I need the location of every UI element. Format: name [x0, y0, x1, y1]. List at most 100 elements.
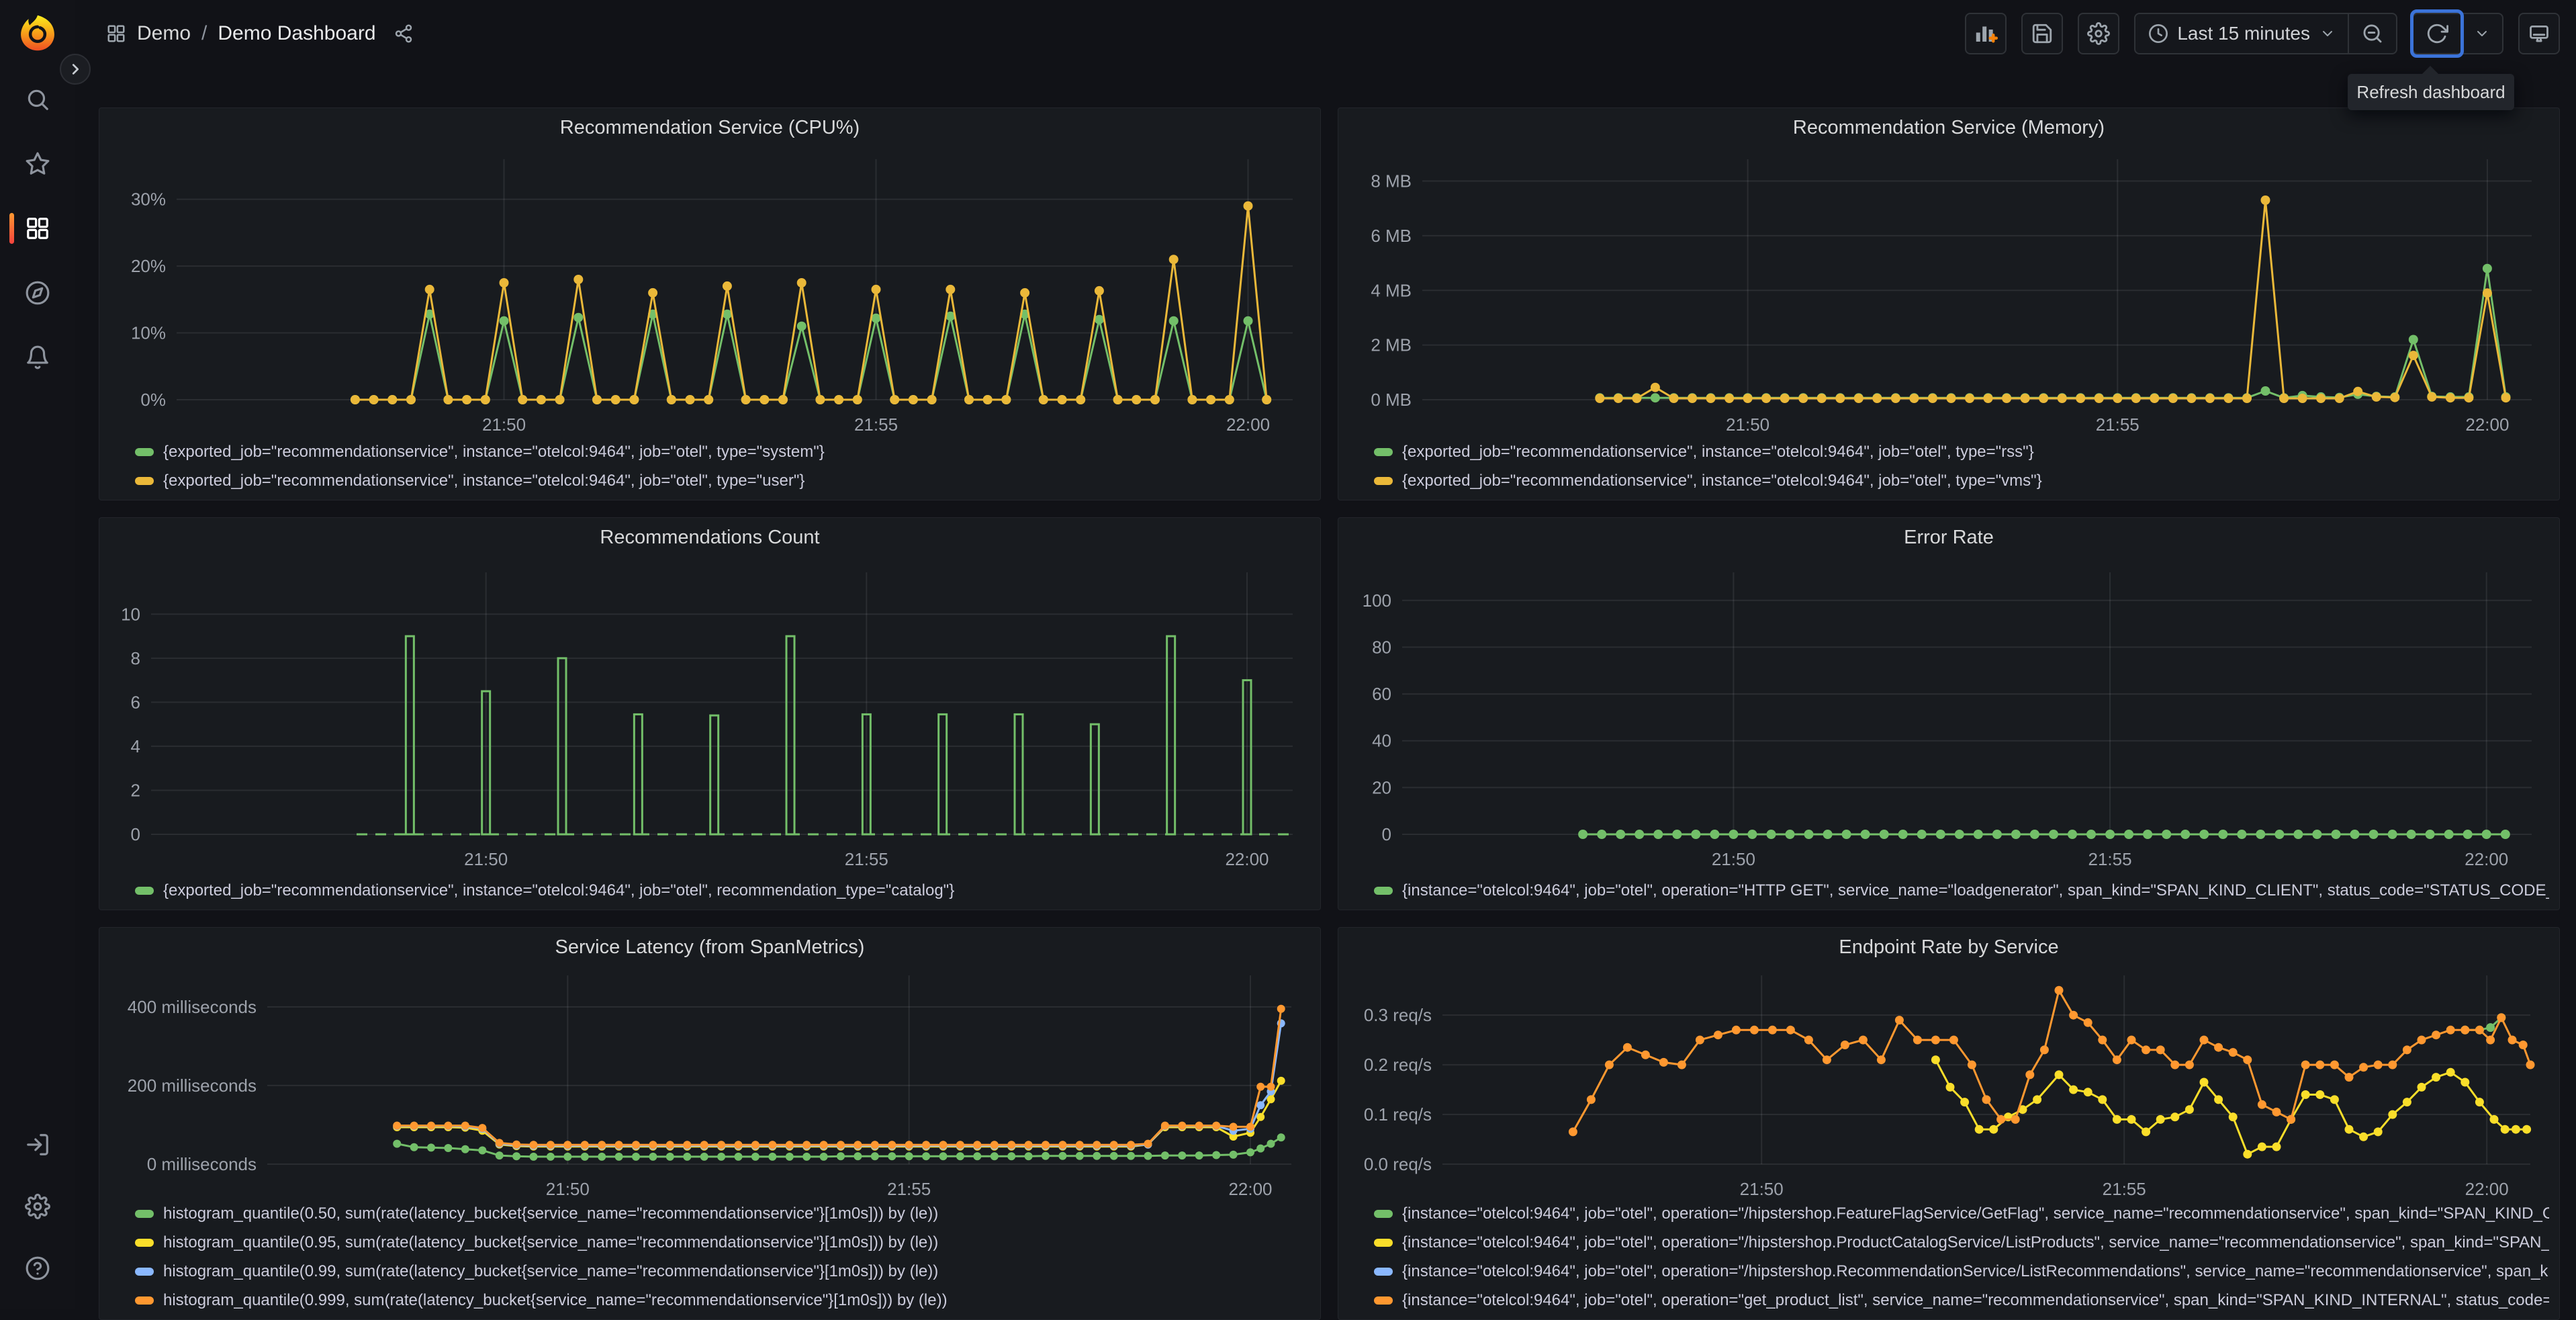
svg-text:0.2 req/s: 0.2 req/s — [1364, 1055, 1432, 1075]
svg-text:21:55: 21:55 — [845, 849, 888, 869]
legend-item[interactable]: {instance="otelcol:9464", job="otel", op… — [1348, 1228, 2549, 1257]
panel-title[interactable]: Recommendations Count — [109, 523, 1310, 549]
panel-recommendation-cpu: Recommendation Service (CPU%) 21:50 21:55… — [99, 107, 1321, 500]
breadcrumb-folder[interactable]: Demo — [137, 22, 191, 45]
zoom-out-button[interactable] — [2349, 14, 2396, 53]
svg-text:400 milliseconds: 400 milliseconds — [128, 997, 257, 1017]
legend-label: histogram_quantile(0.95, sum(rate(latenc… — [163, 1233, 939, 1251]
recommendations-count-chart[interactable]: 21:50 21:55 22:00 0 2 4 6 8 10 — [109, 549, 1310, 876]
tooltip-text: Refresh dashboard — [2356, 81, 2505, 102]
legend-item[interactable]: {instance="otelcol:9464", job="otel", op… — [1348, 876, 2549, 905]
legend-item[interactable]: {exported_job="recommendationservice", i… — [109, 466, 1310, 495]
save-icon — [2033, 24, 2052, 44]
svg-text:4 MB: 4 MB — [1371, 280, 1412, 300]
save-dashboard-button[interactable] — [2021, 13, 2064, 54]
sidebar-item-starred[interactable] — [0, 150, 75, 177]
svg-text:0.0 req/s: 0.0 req/s — [1364, 1154, 1432, 1174]
svg-text:8 MB: 8 MB — [1371, 171, 1412, 191]
svg-text:80: 80 — [1372, 637, 1391, 657]
svg-text:0 milliseconds: 0 milliseconds — [147, 1154, 257, 1174]
svg-text:21:50: 21:50 — [1740, 1179, 1784, 1199]
sidebar-item-alerting[interactable] — [0, 344, 75, 371]
panel-error-rate: Error Rate 21:50 21:55 22:00 0 20 40 60 80 100 {… — [1338, 517, 2560, 910]
legend-item[interactable]: {instance="otelcol:9464", job="otel", op… — [1348, 1286, 2549, 1315]
kiosk-mode-button[interactable] — [2518, 13, 2560, 54]
sidebar-item-help[interactable] — [0, 1255, 75, 1282]
svg-text:21:55: 21:55 — [2103, 1179, 2146, 1199]
panel-title[interactable]: Recommendation Service (CPU%) — [109, 113, 1310, 142]
share-button[interactable] — [394, 24, 414, 44]
svg-text:8: 8 — [131, 648, 140, 668]
apps-icon — [107, 25, 125, 42]
bell-icon — [27, 345, 48, 369]
svg-text:20%: 20% — [131, 256, 166, 276]
sidebar-item-settings[interactable] — [0, 1193, 75, 1220]
panel-title[interactable]: Service Latency (from SpanMetrics) — [109, 932, 1310, 959]
search-icon — [28, 89, 48, 110]
compass-icon — [26, 281, 50, 305]
legend-swatch — [1374, 1238, 1393, 1247]
svg-text:20: 20 — [1372, 777, 1391, 797]
time-range-label: Last 15 minutes — [2177, 23, 2310, 44]
legend-label: {instance="otelcol:9464", job="otel", op… — [1402, 1290, 2549, 1309]
add-panel-button[interactable] — [1965, 13, 2007, 54]
panel-title[interactable]: Error Rate — [1348, 523, 2549, 549]
panel-service-latency: Service Latency (from SpanMetrics) 21:50… — [99, 927, 1321, 1320]
legend-item[interactable]: histogram_quantile(0.999, sum(rate(laten… — [109, 1286, 1310, 1315]
svg-text:10: 10 — [121, 604, 140, 624]
svg-text:21:50: 21:50 — [546, 1179, 590, 1199]
panel-title[interactable]: Recommendation Service (Memory) — [1348, 113, 2549, 142]
topbar-actions: Last 15 minutes — [1965, 9, 2560, 58]
legend-label: {instance="otelcol:9464", job="otel", op… — [1402, 1204, 2549, 1223]
legend-swatch — [135, 1267, 154, 1276]
refresh-dashboard-button[interactable] — [2410, 9, 2464, 58]
grafana-logo[interactable] — [17, 12, 58, 54]
clock-icon — [2149, 24, 2168, 43]
svg-text:40: 40 — [1372, 731, 1391, 751]
panel-title[interactable]: Endpoint Rate by Service — [1348, 932, 2549, 959]
memory-chart[interactable]: 21:50 21:55 22:00 0 MB 2 MB 4 MB 6 MB 8 MB — [1348, 142, 2549, 437]
svg-text:0%: 0% — [140, 390, 166, 410]
endpoint-rate-chart[interactable]: 21:50 21:55 22:00 0.0 req/s 0.1 req/s 0.2 req… — [1348, 959, 2549, 1199]
panel-endpoint-rate: Endpoint Rate by Service 21:50 21:55 22:00… — [1338, 927, 2560, 1320]
legend-label: {exported_job="recommendationservice", i… — [163, 442, 825, 461]
svg-text:2 MB: 2 MB — [1371, 335, 1412, 355]
error-rate-chart[interactable]: 21:50 21:55 22:00 0 20 40 60 80 100 — [1348, 549, 2549, 876]
legend-swatch — [135, 447, 154, 456]
sidebar-item-sign-in[interactable] — [0, 1131, 75, 1158]
sidebar-nav — [0, 86, 75, 371]
legend: {exported_job="recommendationservice", i… — [109, 876, 1310, 905]
legend-item[interactable]: {exported_job="recommendationservice", i… — [1348, 437, 2549, 466]
time-range-picker[interactable]: Last 15 minutes — [2135, 14, 2348, 53]
legend-item[interactable]: {instance="otelcol:9464", job="otel", op… — [1348, 1257, 2549, 1286]
legend-item[interactable]: {exported_job="recommendationservice", i… — [109, 876, 1310, 905]
legend-item[interactable]: histogram_quantile(0.50, sum(rate(latenc… — [109, 1199, 1310, 1228]
legend-item[interactable]: {instance="otelcol:9464", job="otel", op… — [1348, 1199, 2549, 1228]
svg-text:0: 0 — [131, 824, 140, 844]
legend-item[interactable]: {exported_job="recommendationservice", i… — [109, 437, 1310, 466]
dashboard-settings-button[interactable] — [2078, 13, 2120, 54]
refresh-group — [2410, 9, 2503, 58]
legend-swatch — [1374, 476, 1393, 485]
breadcrumb: Demo / Demo Dashboard — [106, 22, 414, 45]
svg-text:0.1 req/s: 0.1 req/s — [1364, 1104, 1432, 1125]
legend-item[interactable]: histogram_quantile(0.95, sum(rate(latenc… — [109, 1228, 1310, 1257]
service-latency-chart[interactable]: 21:50 21:55 22:00 0 milliseconds 200 millise… — [109, 959, 1310, 1199]
legend-label: {exported_job="recommendationservice", i… — [1402, 442, 2034, 461]
sidebar-expand-button[interactable] — [60, 54, 91, 85]
refresh-interval-dropdown[interactable] — [2462, 14, 2502, 53]
breadcrumb-dashboard[interactable]: Demo Dashboard — [218, 22, 375, 45]
legend-swatch — [135, 1209, 154, 1218]
svg-text:0.3 req/s: 0.3 req/s — [1364, 1005, 1432, 1025]
legend-item[interactable]: {exported_job="recommendationservice", i… — [1348, 466, 2549, 495]
chevron-down-icon — [2477, 31, 2487, 36]
sidebar-item-search[interactable] — [0, 86, 75, 113]
cpu-chart[interactable]: 21:50 21:55 22:00 0% 10% 20% 30% — [109, 142, 1310, 437]
sidebar-item-dashboards[interactable] — [0, 213, 75, 244]
legend-swatch — [1374, 447, 1393, 456]
svg-text:30%: 30% — [131, 189, 166, 210]
legend-item[interactable]: histogram_quantile(0.99, sum(rate(latenc… — [109, 1257, 1310, 1286]
svg-text:21:55: 21:55 — [854, 414, 898, 435]
sidebar-item-explore[interactable] — [0, 279, 75, 306]
panel-recommendations-count: Recommendations Count 21:50 21:55 22:00 0 2 4… — [99, 517, 1321, 910]
